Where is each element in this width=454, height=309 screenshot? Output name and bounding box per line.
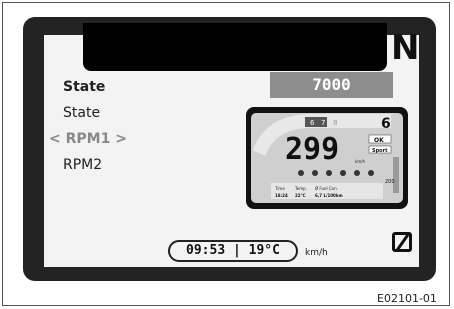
menu-item-rpm1[interactable]: < RPM1 > (49, 127, 183, 153)
assist-icon (326, 170, 332, 176)
preview-screen: 6 7 8 6 299 km/h OK Sport Time Temp. Ø F… (251, 113, 403, 203)
info-label-fuel: Ø Fuel Con. (315, 186, 338, 191)
rpm-value-box: 7000 (270, 72, 393, 98)
gear-indicator: N (391, 28, 420, 68)
menu-item-state-header[interactable]: State (63, 75, 183, 101)
speed-unit: km/h (305, 248, 328, 258)
ok-label: OK (374, 137, 384, 144)
assist-icon (298, 170, 304, 176)
assist-icon (340, 170, 346, 176)
arrow-right-icon[interactable]: > (115, 131, 127, 147)
info-label-temp: Temp. (294, 186, 307, 191)
info-value-time: 18:24 (275, 193, 288, 198)
menu-list: State State < RPM1 > RPM2 (49, 75, 183, 179)
rpm-mark-7: 7 (321, 119, 325, 127)
arrow-left-icon[interactable]: < (49, 131, 61, 147)
side-value: 200 (385, 179, 395, 185)
time-temperature-pill: 09:53 | 19°C (168, 240, 298, 262)
rpm-mark-8: 8 (333, 119, 337, 127)
menu-item-state[interactable]: State (63, 101, 183, 127)
menu-item-label: RPM2 (63, 157, 103, 173)
menu-item-rpm2[interactable]: RPM2 (63, 153, 183, 179)
assist-icon (368, 170, 374, 176)
preview-speed-unit: km/h (355, 159, 366, 164)
assist-icon (312, 170, 318, 176)
menu-item-label: RPM1 (65, 131, 111, 147)
info-value-temp: 22°C (295, 193, 306, 198)
preview-gear: 6 (381, 116, 391, 132)
separator: | (233, 243, 249, 258)
rpm-mark-6: 6 (310, 119, 315, 127)
figure-frame: N State State < RPM1 > RPM2 7000 6 7 8 6… (2, 2, 450, 306)
preview-graphic: 6 7 8 6 299 km/h OK Sport Time Temp. Ø F… (252, 114, 399, 199)
odometer-reset-icon (392, 232, 412, 252)
info-label-time: Time (274, 186, 285, 191)
assist-icon (354, 170, 360, 176)
figure-caption: E02101-01 (377, 292, 437, 305)
menu-item-label: State (63, 79, 106, 95)
ambient-temperature: 19°C (248, 243, 280, 258)
preview-speed: 299 (285, 132, 339, 167)
clock-time: 09:53 (186, 243, 226, 258)
display-preview: 6 7 8 6 299 km/h OK Sport Time Temp. Ø F… (246, 107, 408, 209)
info-value-fuel: 6,7 L/100km (315, 193, 343, 198)
mode-label: Sport (372, 148, 388, 154)
side-gauge (393, 157, 399, 193)
top-status-bar (83, 23, 387, 71)
menu-item-label: State (63, 105, 101, 121)
